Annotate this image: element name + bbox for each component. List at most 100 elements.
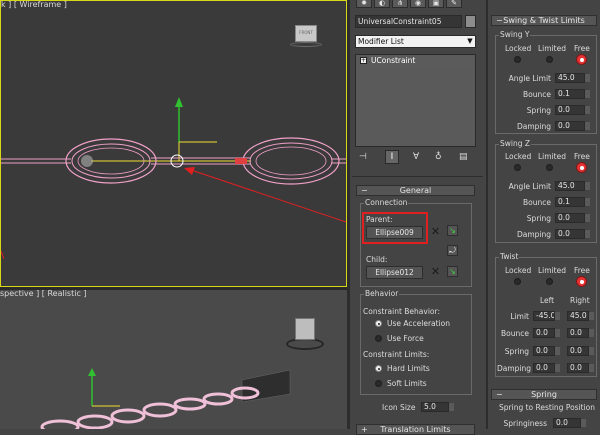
show-end-result-icon[interactable]: I bbox=[385, 150, 399, 164]
child-label: Child: bbox=[366, 255, 388, 264]
parent-pick-icon[interactable]: ↘ bbox=[447, 225, 458, 236]
modifier-list-dropdown[interactable]: Modifier List bbox=[355, 35, 476, 48]
twist-locked-radio[interactable] bbox=[514, 278, 521, 285]
child-pick-icon[interactable]: ↘ bbox=[447, 266, 458, 277]
icon-size-spinner[interactable]: 5.0 bbox=[421, 402, 454, 412]
use-force-label[interactable]: Use Force bbox=[387, 334, 424, 343]
modify-tab-icon[interactable]: ◐ bbox=[374, 0, 390, 8]
swing-y-damping-label: Damping bbox=[516, 122, 551, 131]
swing-y-limited-radio[interactable] bbox=[546, 56, 553, 63]
springiness-label: Springiness bbox=[503, 419, 547, 428]
twist-bounce-right-spinner[interactable]: 0.0 bbox=[567, 328, 594, 338]
make-unique-icon[interactable]: ∀ bbox=[413, 151, 425, 163]
use-acceleration-label[interactable]: Use Acceleration bbox=[387, 319, 450, 328]
swing-y-damping-spinner[interactable]: 0.0 bbox=[555, 121, 590, 131]
general-rollout-title[interactable]: − General bbox=[356, 185, 475, 196]
chevron-down-icon[interactable]: ▼ bbox=[465, 36, 475, 47]
translation-limits-rollout-title[interactable]: + Translation Limits bbox=[356, 424, 475, 435]
create-tab-icon[interactable]: ✹ bbox=[356, 0, 372, 8]
configure-modifier-sets-icon[interactable]: ▤ bbox=[459, 151, 471, 163]
connection-label: Connection bbox=[364, 198, 409, 207]
twist-left-label: Left bbox=[540, 296, 555, 305]
wireframe-scene bbox=[1, 97, 346, 260]
twist-spring-left-spinner[interactable]: 0.0 bbox=[533, 346, 560, 356]
general-title-text: General bbox=[399, 186, 432, 195]
icon-size-label: Icon Size bbox=[382, 403, 416, 412]
swing-y-spring-label: Spring bbox=[526, 106, 551, 115]
stack-toolbar: ⊣ I ∀ ♁ ▤ bbox=[355, 150, 476, 164]
swing-z-spring-label: Spring bbox=[526, 214, 551, 223]
object-name-field[interactable]: UniversalConstraint05 bbox=[355, 15, 462, 28]
twist-free-label: Free bbox=[574, 266, 590, 275]
twist-free-radio[interactable] bbox=[576, 276, 587, 287]
swing-z-spring-spinner[interactable]: 0.0 bbox=[555, 213, 590, 223]
swing-z-locked-label: Locked bbox=[505, 152, 532, 161]
swing-z-locked-radio[interactable] bbox=[514, 164, 521, 171]
twist-limit-left-spinner[interactable]: -45.0 bbox=[533, 311, 560, 321]
twist-label: Twist bbox=[499, 252, 520, 261]
display-tab-icon[interactable]: ▣ bbox=[428, 0, 444, 8]
object-color-swatch[interactable] bbox=[465, 15, 476, 28]
twist-spring-right-spinner[interactable]: 0.0 bbox=[567, 346, 594, 356]
hierarchy-tab-icon[interactable]: ⋔ bbox=[392, 0, 408, 8]
swing-y-limited-label: Limited bbox=[538, 44, 566, 53]
swing-y-free-radio[interactable] bbox=[576, 54, 587, 65]
hard-limits-label[interactable]: Hard Limits bbox=[387, 364, 430, 373]
collapse-icon: − bbox=[361, 186, 368, 195]
twist-damping-label: Damping bbox=[497, 364, 532, 373]
swing-y-locked-radio[interactable] bbox=[514, 56, 521, 63]
swing-y-label: Swing Y bbox=[499, 30, 531, 39]
use-acceleration-radio[interactable] bbox=[375, 320, 382, 327]
stack-expand-icon[interactable]: + bbox=[360, 57, 367, 64]
child-pick-button[interactable]: Ellipse012 bbox=[366, 266, 423, 279]
twist-limited-radio[interactable] bbox=[546, 278, 553, 285]
realistic-scene bbox=[40, 368, 291, 429]
twist-damping-right-spinner[interactable]: 0.0 bbox=[567, 363, 594, 373]
hard-limits-radio[interactable] bbox=[375, 365, 382, 372]
swing-twist-title-text: Swing & Twist Limits bbox=[503, 16, 585, 25]
swing-z-free-radio[interactable] bbox=[576, 162, 587, 173]
twist-limited-label: Limited bbox=[538, 266, 566, 275]
remove-modifier-icon[interactable]: ♁ bbox=[435, 151, 447, 163]
swing-y-bounce-spinner[interactable]: 0.1 bbox=[555, 89, 590, 99]
divider bbox=[352, 176, 483, 177]
child-clear-icon[interactable]: ✕ bbox=[430, 266, 441, 278]
soft-limits-label[interactable]: Soft Limits bbox=[387, 379, 427, 388]
modifier-stack[interactable] bbox=[355, 54, 476, 147]
viewport-perspective-realistic[interactable]: spective ] [ Realistic ] bbox=[0, 290, 347, 429]
swing-z-free-label: Free bbox=[574, 152, 590, 161]
twist-limit-label: Limit bbox=[510, 312, 529, 321]
swing-y-spring-spinner[interactable]: 0.0 bbox=[555, 105, 590, 115]
spring-title-text: Spring bbox=[531, 390, 557, 399]
swing-z-damping-label: Damping bbox=[516, 230, 551, 239]
swing-z-angle-limit-spinner[interactable]: 45.0 bbox=[555, 181, 590, 191]
springiness-spinner[interactable]: 0.0 bbox=[553, 418, 586, 428]
swing-y-angle-limit-spinner[interactable]: 45.0 bbox=[555, 73, 590, 83]
use-force-radio[interactable] bbox=[375, 335, 382, 342]
swing-y-angle-limit-label: Angle Limit bbox=[508, 74, 551, 83]
swap-parent-child-icon[interactable]: ⤾ bbox=[447, 245, 458, 256]
swing-y-bounce-label: Bounce bbox=[523, 90, 551, 99]
swing-z-limited-label: Limited bbox=[538, 152, 566, 161]
utilities-tab-icon[interactable]: ✎ bbox=[446, 0, 462, 8]
twist-bounce-left-spinner[interactable]: 0.0 bbox=[533, 328, 560, 338]
twist-right-label: Right bbox=[570, 296, 590, 305]
soft-limits-radio[interactable] bbox=[375, 380, 382, 387]
stack-item-uconstraint[interactable]: UConstraint bbox=[369, 56, 472, 66]
twist-damping-left-spinner[interactable]: 0.0 bbox=[533, 363, 560, 373]
swing-y-locked-label: Locked bbox=[505, 44, 532, 53]
parent-highlight-box bbox=[362, 212, 428, 244]
swing-twist-rollout-title[interactable]: − Swing & Twist Limits bbox=[491, 15, 597, 26]
pin-stack-icon[interactable]: ⊣ bbox=[359, 151, 371, 163]
twist-limit-right-spinner[interactable]: 45.0 bbox=[567, 311, 594, 321]
parent-clear-icon[interactable]: ✕ bbox=[430, 226, 441, 238]
motion-tab-icon[interactable]: ◉ bbox=[410, 0, 426, 8]
viewport-top-wireframe[interactable]: k ] [ Wireframe ] FRONT bbox=[0, 0, 347, 287]
spring-rollout-title[interactable]: − Spring bbox=[491, 389, 597, 400]
swing-z-damping-spinner[interactable]: 0.0 bbox=[555, 229, 590, 239]
swing-z-limited-radio[interactable] bbox=[546, 164, 553, 171]
swing-z-bounce-spinner[interactable]: 0.1 bbox=[555, 197, 590, 207]
twist-bounce-label: Bounce bbox=[501, 329, 529, 338]
behavior-label: Behavior bbox=[364, 289, 400, 298]
twist-spring-label: Spring bbox=[504, 347, 529, 356]
